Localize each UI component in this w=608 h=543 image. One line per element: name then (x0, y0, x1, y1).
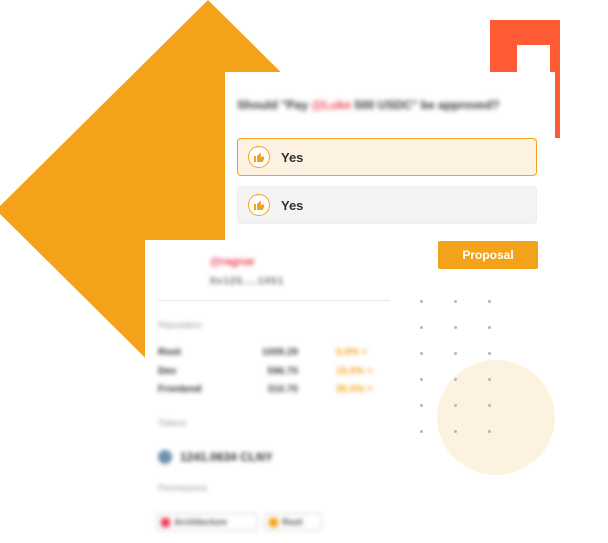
root-icon (269, 517, 278, 527)
vote-option-yes-selected[interactable]: Yes (237, 138, 537, 176)
grid-dot (454, 326, 457, 329)
vote-option-yes[interactable]: Yes (237, 186, 537, 224)
architecture-icon (161, 517, 170, 527)
grid-dot (454, 352, 457, 355)
grid-dot (488, 378, 491, 381)
reputation-value: 310.70 (267, 384, 298, 395)
permission-badge-root: Root (264, 513, 322, 531)
grid-dot (454, 378, 457, 381)
thumbs-up-icon (248, 194, 270, 216)
permissions-heading: Permissions (158, 483, 208, 493)
grid-dot (420, 378, 423, 381)
reputation-row: Root 1009.29 5.0% + (158, 347, 390, 361)
divider (158, 300, 390, 301)
reputation-row: Frontend 310.70 35.0% + (158, 384, 390, 398)
grid-dot (420, 326, 423, 329)
grid-dot (488, 300, 491, 303)
token-amount: 1241.0634 CLNY (180, 450, 273, 464)
reputation-domain: Root (158, 347, 181, 358)
reputation-domain: Dev (158, 366, 177, 377)
author-username[interactable]: @ragnar (210, 256, 255, 268)
grid-dot (488, 326, 491, 329)
reputation-value: 1009.29 (261, 347, 298, 358)
reputation-heading: Reputation (158, 320, 202, 330)
vote-option-label: Yes (281, 197, 304, 213)
grid-dot (454, 430, 457, 433)
reputation-row: Dev 596.70 15.0% + (158, 366, 390, 380)
grid-dot (420, 300, 423, 303)
reputation-value: 596.70 (267, 366, 298, 377)
grid-dot (420, 352, 423, 355)
proposal-question: Should "Pay @Luke 500 USDC" be approved? (237, 98, 500, 112)
token-balance: 1241.0634 CLNY (158, 450, 273, 464)
grid-dot (420, 430, 423, 433)
grid-dot (488, 352, 491, 355)
reputation-change: 35.0% + (336, 384, 373, 395)
reputation-change: 5.0% + (336, 347, 368, 358)
permission-badge-architecture: Architecture (156, 513, 258, 531)
reputation-domain: Frontend (158, 384, 202, 395)
grid-dot (488, 430, 491, 433)
grid-dot (420, 404, 423, 407)
vote-option-label: Yes (281, 149, 304, 165)
proposal-button[interactable]: Proposal (438, 241, 538, 269)
grid-dot (454, 404, 457, 407)
grid-dot (454, 300, 457, 303)
token-coin-icon (158, 450, 172, 464)
reputation-change: 15.0% + (336, 366, 373, 377)
grid-dot (488, 404, 491, 407)
tokens-heading: Tokens (158, 418, 187, 428)
author-address: 0x125....1051 (210, 276, 285, 287)
thumbs-up-icon (248, 146, 270, 168)
